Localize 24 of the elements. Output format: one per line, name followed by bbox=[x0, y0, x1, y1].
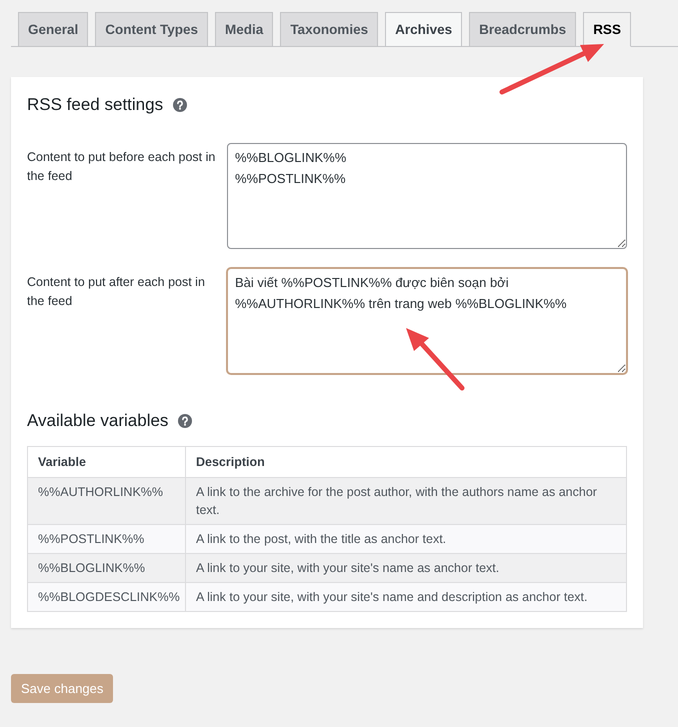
text-area-field[interactable]: Bài viết %%POSTLINK%% được biên soạn bởi %%AUTHORLINK%% trên trang web %%BLOGLINK%% bbox=[227, 268, 627, 374]
field-label: Content to put after each post in the feed bbox=[27, 274, 206, 310]
section-title: Available variables bbox=[27, 411, 168, 431]
tab[interactable]: RSS bbox=[583, 12, 631, 47]
table-cell: %%BLOGLINK%% bbox=[28, 554, 186, 582]
tab[interactable]: Archives bbox=[385, 12, 462, 47]
table-cell: A link to your site, with your site's name and description as anchor text. bbox=[186, 582, 626, 612]
tab[interactable]: Taxonomies bbox=[280, 12, 378, 47]
text-area-field[interactable]: %%BLOGLINK%% %%POSTLINK%% bbox=[227, 143, 627, 249]
table-cell: A link to the post, with the title as anchor text. bbox=[186, 524, 626, 554]
tab[interactable]: General bbox=[18, 12, 88, 47]
help-icon[interactable] bbox=[178, 414, 192, 428]
tab[interactable]: Content Types bbox=[95, 12, 208, 47]
tab[interactable]: Breadcrumbs bbox=[469, 12, 576, 47]
table-cell: %%BLOGDESCLINK%% bbox=[28, 582, 186, 612]
help-icon[interactable] bbox=[173, 98, 188, 112]
table-cell: A link to your site, with your site's name as anchor text. bbox=[186, 554, 626, 582]
table-cell: %%POSTLINK%% bbox=[28, 524, 186, 554]
annotation-arrow bbox=[406, 328, 464, 390]
section-title: RSS feed settings bbox=[27, 95, 164, 115]
tab[interactable]: Media bbox=[215, 12, 274, 47]
table-cell: %%AUTHORLINK%% bbox=[28, 478, 186, 524]
table-cell: A link to the archive for the post author, with the authors name as anchor text. bbox=[186, 478, 626, 524]
field-label: Content to put before each post in the feed bbox=[27, 149, 216, 185]
